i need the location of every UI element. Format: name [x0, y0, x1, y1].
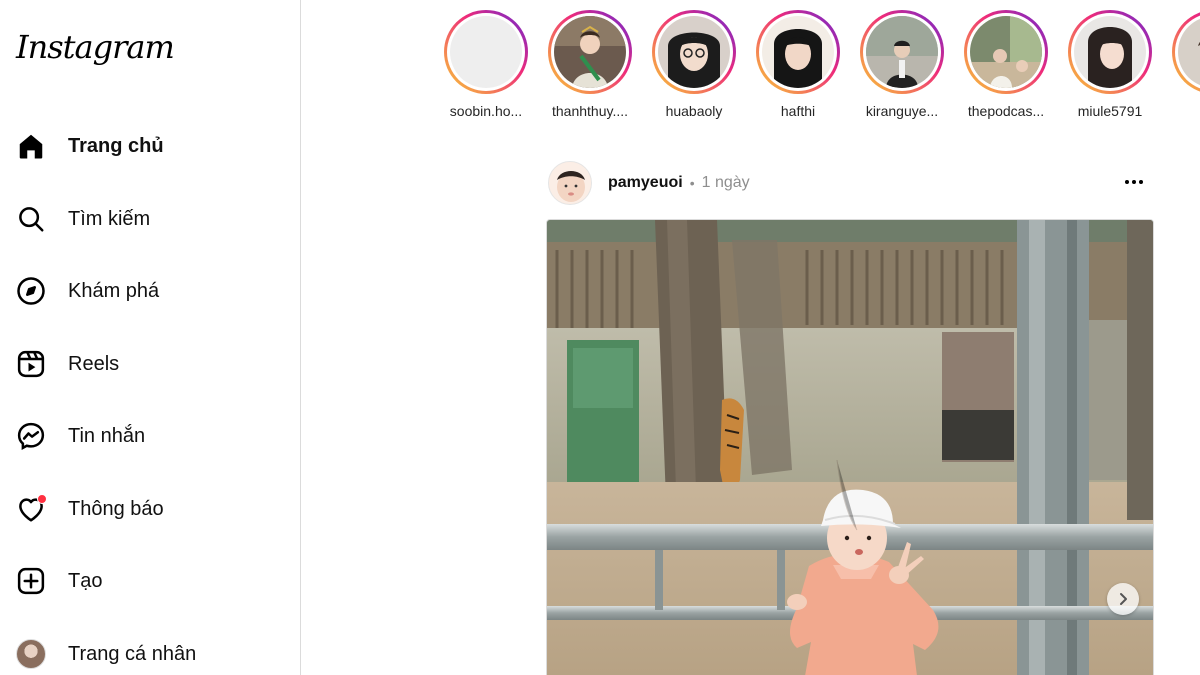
- sidebar-item-label: Tin nhắn: [68, 424, 146, 447]
- sidebar: Instagram Trang chủ Tìm kiếm Khám phá Re…: [0, 0, 301, 675]
- story-avatar: [762, 16, 834, 88]
- story-ring: [1172, 10, 1200, 94]
- story-item[interactable]: huabaoly: [649, 10, 739, 119]
- profile-avatar: [16, 639, 46, 669]
- story-username: kiranguye...: [865, 103, 939, 119]
- story-item[interactable]: tybe: [1169, 10, 1200, 119]
- story-item[interactable]: thepodcas...: [961, 10, 1051, 119]
- sidebar-item-reels[interactable]: Reels: [12, 338, 288, 390]
- sidebar-item-notifications[interactable]: Thông báo: [12, 483, 288, 535]
- story-avatar: [970, 16, 1042, 88]
- story-ring: [444, 10, 528, 94]
- story-item[interactable]: soobin.ho...: [441, 10, 531, 119]
- story-username: miule5791: [1077, 103, 1143, 119]
- story-username: thanhthuy....: [551, 103, 628, 119]
- story-username: soobin.ho...: [449, 103, 523, 119]
- reels-icon: [16, 349, 46, 379]
- post-separator: •: [689, 175, 695, 191]
- compass-icon: [16, 276, 46, 306]
- story-ring: [1068, 10, 1152, 94]
- more-horizontal-icon[interactable]: [1120, 168, 1148, 196]
- story-item[interactable]: kiranguye...: [857, 10, 947, 119]
- story-item[interactable]: hafthi: [753, 10, 843, 119]
- sidebar-item-label: Tìm kiếm: [68, 207, 151, 230]
- story-username: thepodcas...: [967, 103, 1045, 119]
- post-image[interactable]: [546, 219, 1154, 675]
- heart-icon: [16, 494, 47, 524]
- search-icon: [16, 204, 46, 234]
- story-avatar: [658, 16, 730, 88]
- story-avatar: [1074, 16, 1146, 88]
- post-header: pamyeuoi • 1 ngày: [548, 160, 1156, 206]
- story-item[interactable]: thanhthuy....: [545, 10, 635, 119]
- sidebar-item-home[interactable]: Trang chủ: [12, 120, 288, 172]
- sidebar-item-profile[interactable]: Trang cá nhân: [12, 628, 288, 675]
- post-author-avatar[interactable]: [548, 161, 592, 205]
- notification-dot: [37, 494, 47, 504]
- instagram-logo[interactable]: Instagram: [16, 28, 175, 66]
- sidebar-item-label: Trang chủ: [68, 134, 164, 157]
- sidebar-item-search[interactable]: Tìm kiếm: [12, 193, 288, 245]
- sidebar-item-messages[interactable]: Tin nhắn: [12, 410, 288, 462]
- stories-tray: soobin.ho... thanhthuy.... huabaoly haft…: [440, 10, 1200, 125]
- sidebar-item-label: Khám phá: [68, 279, 160, 302]
- story-ring: [964, 10, 1048, 94]
- story-ring: [756, 10, 840, 94]
- sidebar-item-explore[interactable]: Khám phá: [12, 265, 288, 317]
- story-username: hafthi: [780, 103, 816, 119]
- story-username: tybe: [1169, 103, 1200, 119]
- create-plus-icon: [16, 566, 46, 596]
- sidebar-item-label: Thông báo: [68, 497, 164, 520]
- sidebar-item-label: Trang cá nhân: [68, 642, 197, 665]
- messenger-icon: [16, 421, 46, 451]
- story-ring: [860, 10, 944, 94]
- story-avatar: [450, 16, 522, 88]
- story-avatar: [1178, 16, 1200, 88]
- sidebar-item-create[interactable]: Tạo: [12, 555, 288, 607]
- post-timestamp[interactable]: 1 ngày: [702, 174, 750, 192]
- chevron-right-icon[interactable]: [1107, 583, 1139, 615]
- sidebar-item-label: Reels: [68, 352, 120, 375]
- story-username: huabaoly: [665, 103, 723, 119]
- sidebar-item-label: Tạo: [68, 569, 103, 592]
- story-avatar: [554, 16, 626, 88]
- story-ring: [652, 10, 736, 94]
- home-icon: [16, 131, 46, 161]
- post-author-username[interactable]: pamyeuoi: [608, 174, 683, 192]
- story-item[interactable]: miule5791: [1065, 10, 1155, 119]
- story-avatar: [866, 16, 938, 88]
- story-ring: [548, 10, 632, 94]
